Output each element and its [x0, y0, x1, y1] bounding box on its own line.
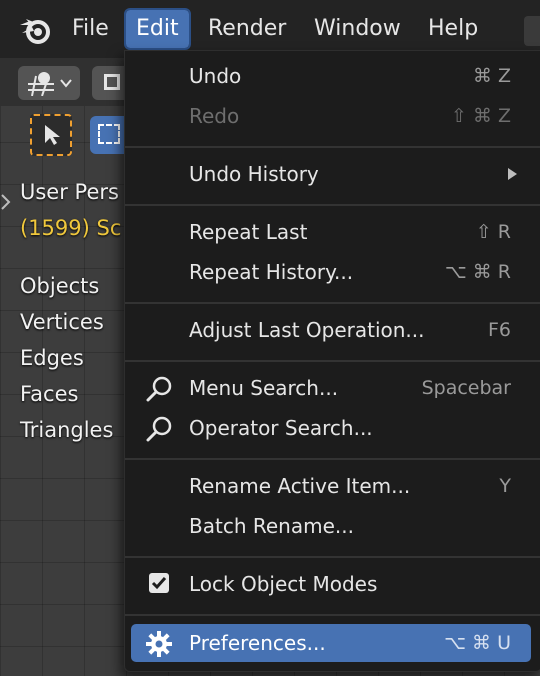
chevron-down-icon	[60, 79, 72, 88]
workspace-tab-stub[interactable]	[524, 16, 540, 46]
stat-objects-label: Objects	[20, 274, 100, 298]
menu-item-undo[interactable]: Undo ⌘ Z	[131, 57, 531, 95]
stat-triangles-label: Triangles	[20, 418, 114, 442]
menu-render[interactable]: Render	[198, 10, 296, 48]
menu-separator	[125, 302, 540, 304]
menu-item-label: Undo History	[189, 162, 319, 186]
search-icon	[146, 416, 172, 442]
menu-separator	[125, 360, 540, 362]
menu-separator	[125, 204, 540, 206]
menu-item-shortcut: ⇧ ⌘ Z	[450, 105, 511, 127]
select-tweak-tool[interactable]	[30, 114, 72, 156]
gear-icon	[146, 631, 172, 657]
menu-item-label: Preferences...	[189, 631, 326, 655]
menu-item-shortcut: ⌥ ⌘ R	[444, 261, 511, 283]
menu-separator	[125, 614, 540, 616]
menu-item-undo-history[interactable]: Undo History	[131, 155, 531, 193]
menu-item-label: Rename Active Item...	[189, 474, 411, 498]
menu-item-label: Repeat Last	[189, 220, 308, 244]
menu-item-label: Undo	[189, 64, 242, 88]
checkmark-icon	[151, 577, 167, 590]
chevron-right-icon[interactable]	[0, 192, 12, 212]
menu-item-label: Menu Search...	[189, 376, 339, 400]
collection-info-label: (1599) Sc	[20, 216, 122, 240]
blender-logo-icon[interactable]	[18, 13, 52, 47]
menu-item-shortcut: Y	[499, 475, 511, 497]
menu-item-label: Redo	[189, 104, 240, 128]
menu-item-repeat-history[interactable]: Repeat History... ⌥ ⌘ R	[131, 253, 531, 291]
edit-menu-dropdown: Undo ⌘ Z Redo ⇧ ⌘ Z Undo History Repeat …	[124, 50, 540, 672]
checkbox-checked[interactable]	[149, 573, 169, 593]
view-name-label: User Pers	[20, 180, 119, 204]
menu-item-label: Batch Rename...	[189, 514, 354, 538]
menu-item-shortcut: Spacebar	[421, 377, 511, 399]
menu-separator	[125, 458, 540, 460]
menu-separator	[125, 556, 540, 558]
menu-item-preferences[interactable]: Preferences... ⌥ ⌘ U	[131, 624, 531, 662]
menu-file[interactable]: File	[62, 10, 119, 48]
object-interaction-button[interactable]	[18, 66, 80, 100]
menu-item-rename-active-item[interactable]: Rename Active Item... Y	[131, 467, 531, 505]
menu-item-repeat-last[interactable]: Repeat Last ⇧ R	[131, 213, 531, 251]
menu-item-menu-search[interactable]: Menu Search... Spacebar	[131, 369, 531, 407]
menu-window[interactable]: Window	[304, 10, 411, 48]
menu-item-shortcut: F6	[487, 319, 511, 341]
object-mode-icon	[28, 72, 54, 96]
square-icon	[104, 74, 120, 90]
menu-item-shortcut: ⌥ ⌘ U	[444, 632, 511, 654]
menu-help[interactable]: Help	[418, 10, 488, 48]
menu-item-label: Operator Search...	[189, 416, 373, 440]
menu-item-batch-rename[interactable]: Batch Rename...	[131, 507, 531, 545]
submenu-arrow-icon	[508, 168, 517, 180]
menu-item-redo: Redo ⇧ ⌘ Z	[131, 97, 531, 135]
cursor-arrow-icon	[45, 125, 60, 145]
stat-faces-label: Faces	[20, 382, 79, 406]
stat-vertices-label: Vertices	[20, 310, 104, 334]
stat-edges-label: Edges	[20, 346, 84, 370]
menu-item-shortcut: ⇧ R	[475, 221, 511, 243]
menu-edit[interactable]: Edit	[124, 8, 191, 50]
search-icon	[146, 376, 172, 402]
menu-separator	[125, 146, 540, 148]
menu-item-lock-object-modes[interactable]: Lock Object Modes	[131, 565, 531, 603]
menu-item-adjust-last-operation[interactable]: Adjust Last Operation... F6	[131, 311, 531, 349]
menu-item-label: Adjust Last Operation...	[189, 318, 425, 342]
menu-item-label: Lock Object Modes	[189, 572, 378, 596]
menu-item-operator-search[interactable]: Operator Search...	[131, 409, 531, 447]
menu-item-shortcut: ⌘ Z	[472, 65, 511, 87]
menu-item-label: Repeat History...	[189, 260, 354, 284]
